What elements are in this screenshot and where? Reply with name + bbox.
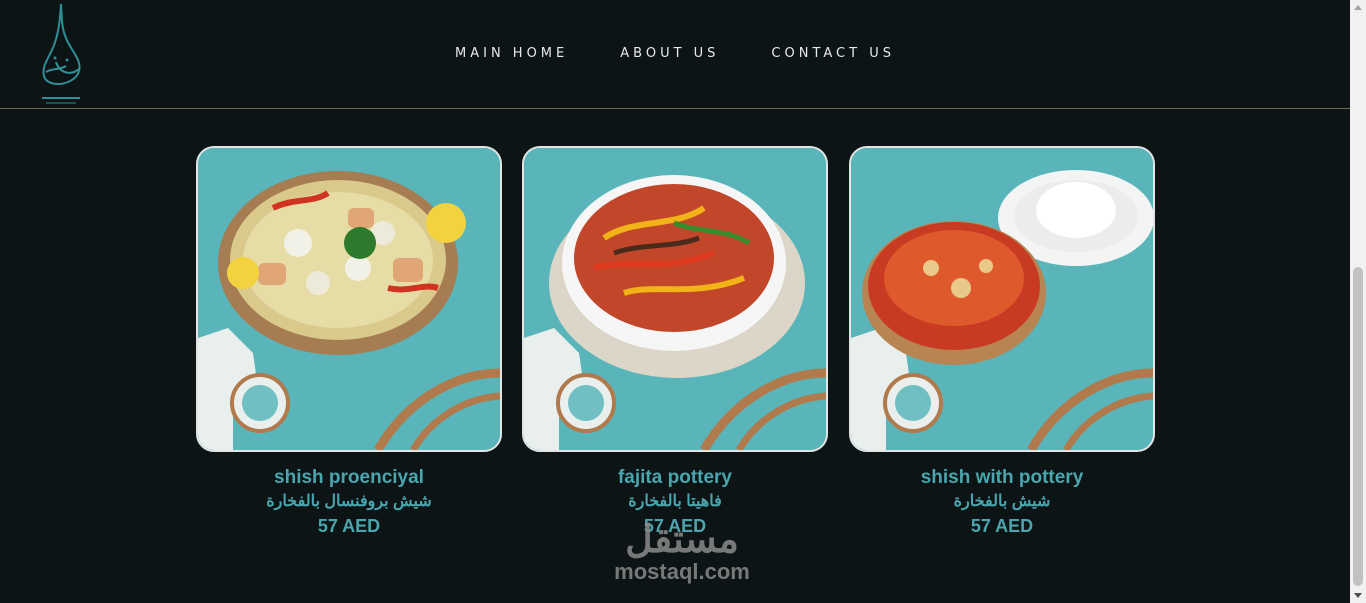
dish-name: fajita pottery	[617, 467, 733, 488]
dish-name-arabic: شيش بروفنسال بالفخارة	[266, 493, 432, 510]
dish-image[interactable]	[849, 146, 1155, 452]
watermark-domain: mostaql.com	[614, 559, 750, 584]
scroll-up-arrow-icon[interactable]	[1354, 5, 1362, 10]
menu-card[interactable]: fajita pottery فاهيتا بالفخارة 57 AED	[522, 146, 828, 537]
scrollbar-thumb[interactable]	[1353, 267, 1363, 586]
site-header: MAIN HOME ABOUT US CONTACT US	[0, 0, 1350, 109]
menu-card[interactable]: shish with pottery شيش بالفخارة 57 AED	[849, 146, 1155, 537]
dish-price: 57 AED	[970, 516, 1034, 536]
dish-image[interactable]	[522, 146, 828, 452]
nav-about-us[interactable]: ABOUT US	[620, 46, 719, 61]
dish-name: shish proenciyal	[274, 467, 424, 488]
menu-card[interactable]: shish proenciyal شيش بروفنسال بالفخارة 5…	[196, 146, 502, 537]
scroll-down-arrow-icon[interactable]	[1354, 593, 1362, 598]
dish-name-arabic: فاهيتا بالفخارة	[628, 493, 722, 510]
nav-contact-us[interactable]: CONTACT US	[771, 46, 895, 61]
nav-main-home[interactable]: MAIN HOME	[455, 46, 568, 61]
dish-price: 57 AED	[317, 516, 381, 536]
page-scrollbar[interactable]	[1350, 0, 1366, 603]
main-nav: MAIN HOME ABOUT US CONTACT US	[0, 46, 1350, 61]
watermark-arabic: مستقل	[625, 519, 739, 561]
dish-name: shish with pottery	[920, 467, 1084, 488]
dish-image[interactable]	[196, 146, 502, 452]
dish-name-arabic: شيش بالفخارة	[953, 493, 1051, 510]
mostaql-watermark: مستقل mostaql.com	[602, 520, 762, 584]
